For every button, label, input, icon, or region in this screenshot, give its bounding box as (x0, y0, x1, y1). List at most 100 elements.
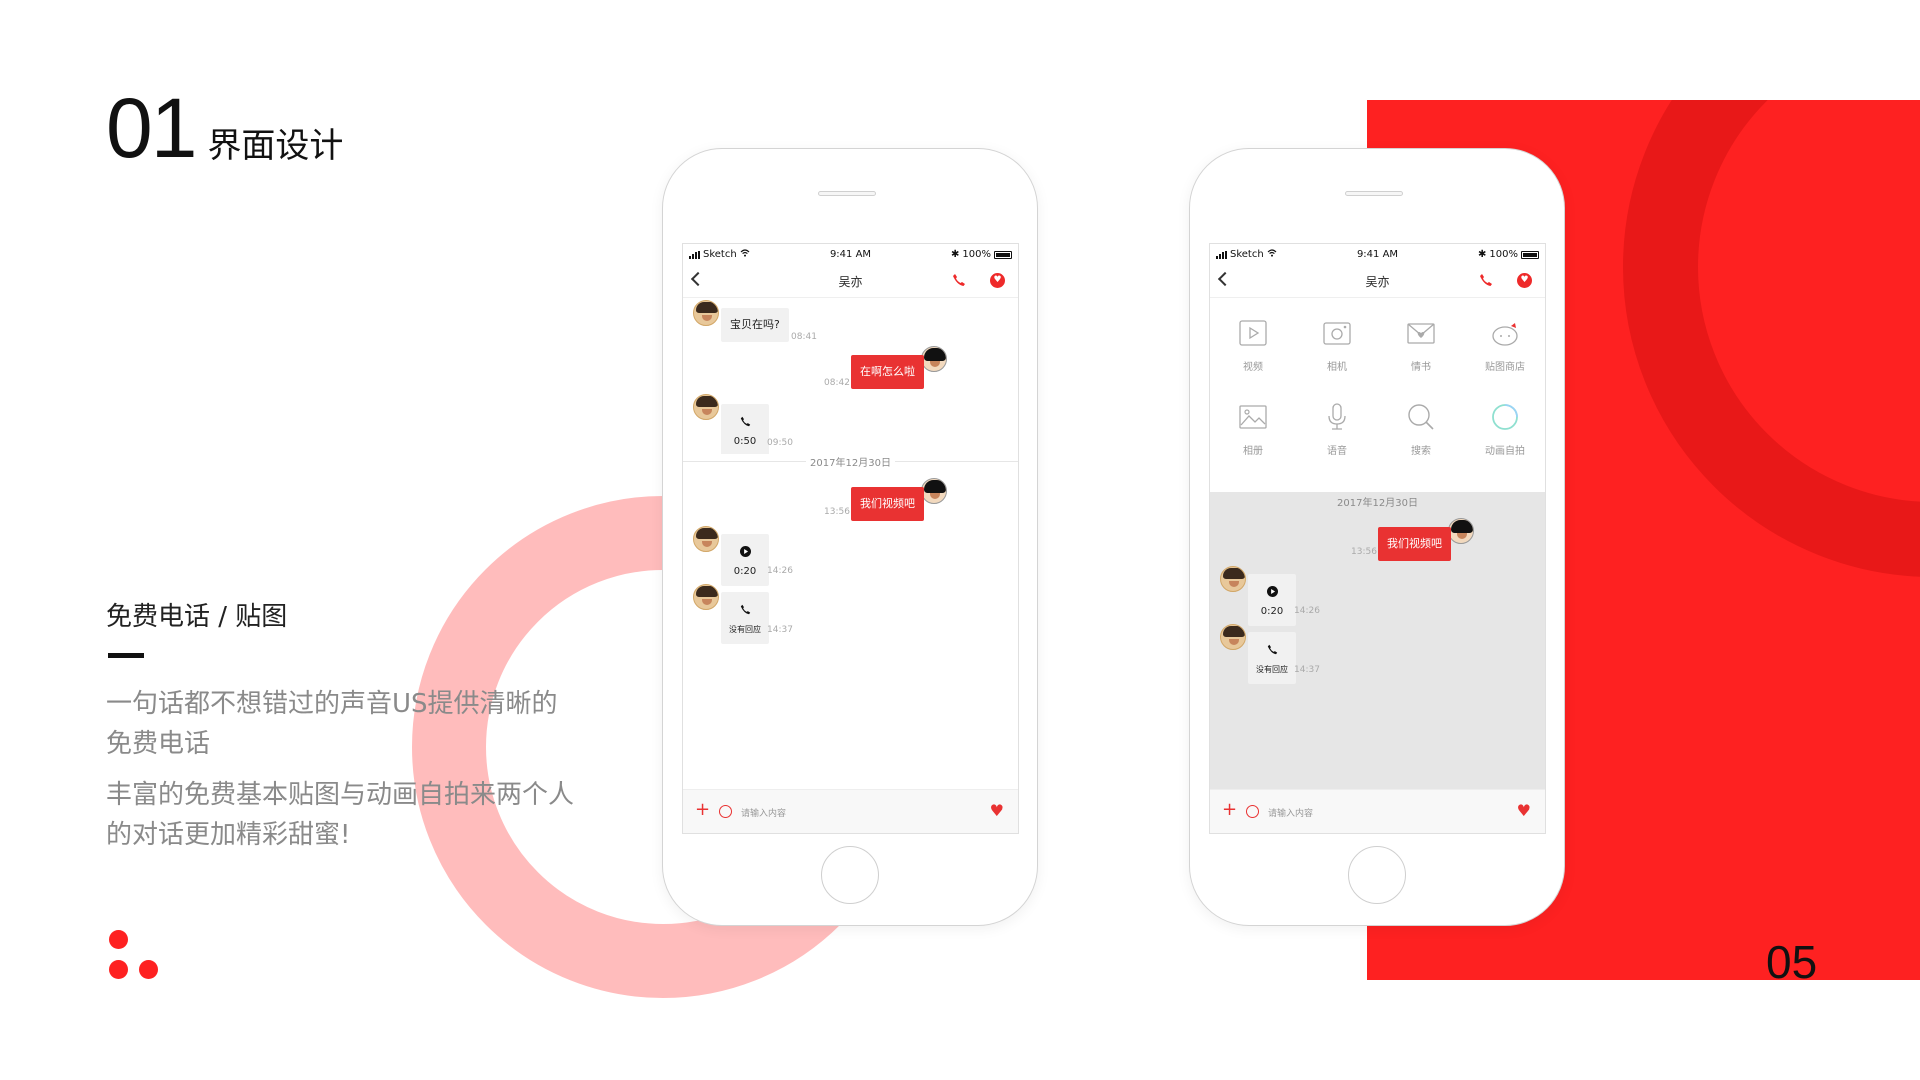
contact-avatar[interactable] (1220, 566, 1246, 592)
contact-avatar[interactable] (693, 584, 719, 610)
section-number: 01 (106, 81, 197, 175)
battery-label: 100% (962, 249, 991, 260)
slide: 01 界面设计 免费电话 / 贴图 一句话都不想错过的声音US提供清晰的免费电话… (0, 0, 1920, 1080)
date-separator: 2017年12月30日 (1210, 494, 1545, 509)
chat-nav-bar: 吴亦 ♥ (683, 264, 1018, 298)
contact-avatar[interactable] (693, 300, 719, 326)
voice-duration: 0:20 (733, 566, 757, 577)
dark-red-ring-decoration (1623, 100, 1920, 577)
home-button (1348, 846, 1406, 904)
contact-avatar[interactable] (693, 394, 719, 420)
emoji-icon[interactable] (1246, 805, 1259, 818)
album-icon (1239, 405, 1267, 429)
page-number: 05 (1766, 936, 1818, 988)
profile-heart-icon[interactable]: ♥ (1517, 273, 1532, 288)
heart-icon[interactable]: ♥ (1517, 801, 1531, 821)
dot (109, 930, 128, 949)
chat-screen: Sketch 9:41 AM ✱ 100% 吴亦 ♥ 宝贝在吗? 08:41 在… (682, 243, 1019, 834)
love-letter-icon (1407, 323, 1435, 344)
animated-selfie-icon (1492, 404, 1518, 430)
camera-icon (1323, 322, 1351, 345)
date-separator: 2017年12月30日 (683, 454, 1018, 469)
panel-item-voice[interactable]: 语音 (1297, 402, 1377, 457)
message-bubble-outgoing[interactable]: 在啊怎么啦 (851, 355, 924, 389)
panel-item-camera[interactable]: 相机 (1297, 318, 1377, 373)
voice-duration: 0:20 (1260, 606, 1284, 617)
dot (109, 960, 128, 979)
message-time: 13:56 (824, 507, 850, 517)
video-icon (1239, 320, 1267, 346)
call-status: 没有回应 (1256, 665, 1288, 674)
my-avatar[interactable] (921, 478, 947, 504)
my-avatar[interactable] (1448, 518, 1474, 544)
message-time: 08:42 (824, 378, 850, 388)
message-bubble-incoming[interactable]: 宝贝在吗? (721, 308, 789, 342)
panel-item-sticker-store[interactable]: 贴图商店 (1465, 318, 1545, 373)
battery-label: 100% (1489, 249, 1518, 260)
phone-call-icon[interactable] (952, 272, 966, 291)
message-time: 14:37 (1294, 665, 1320, 675)
panel-item-love-letter[interactable]: 情书 (1381, 318, 1461, 373)
status-bar: Sketch 9:41 AM ✱ 100% (1210, 244, 1545, 264)
message-time: 13:56 (1351, 547, 1377, 557)
battery-icon (1521, 250, 1539, 259)
subtitle-divider (108, 653, 144, 658)
feature-paragraph-2: 丰富的免费基本贴图与动画自拍来两个人的对话更加精彩甜蜜! (106, 780, 575, 850)
function-panel: 视频 相机 情书 贴图商店 相册 语音 搜索 动画自拍 (1210, 298, 1545, 492)
call-duration: 0:50 (733, 436, 757, 447)
phone-mockup-chat: Sketch 9:41 AM ✱ 100% 吴亦 ♥ 宝贝在吗? 08:41 在… (662, 148, 1038, 926)
contact-name: 吴亦 (838, 275, 863, 289)
message-time: 09:50 (767, 438, 793, 448)
message-time: 14:37 (767, 625, 793, 635)
phone-icon (721, 604, 769, 619)
panel-screen: Sketch 9:41 AM ✱ 100% 吴亦 ♥ 视频 相机 情书 贴图商店… (1209, 243, 1546, 834)
message-time: 08:41 (791, 332, 817, 342)
microphone-icon (1328, 403, 1346, 430)
status-bar: Sketch 9:41 AM ✱ 100% (683, 244, 1018, 264)
panel-item-animated-selfie[interactable]: 动画自拍 (1465, 402, 1545, 457)
message-bubble-outgoing[interactable]: 我们视频吧 (1378, 527, 1451, 561)
profile-heart-icon[interactable]: ♥ (990, 273, 1005, 288)
section-title: 界面设计 (207, 126, 344, 166)
phone-mockup-panel: Sketch 9:41 AM ✱ 100% 吴亦 ♥ 视频 相机 情书 贴图商店… (1189, 148, 1565, 926)
section-heading: 01 界面设计 (106, 86, 343, 170)
voice-message-bubble[interactable]: 0:20 (1248, 574, 1296, 626)
message-input-bar: + 请输入内容 ♥ (1210, 789, 1545, 833)
call-record-bubble[interactable]: 没有回应 (1248, 632, 1296, 684)
message-time: 14:26 (767, 566, 793, 576)
play-icon[interactable] (721, 546, 769, 561)
phone-icon (1248, 644, 1296, 659)
plus-icon[interactable]: + (695, 800, 710, 820)
message-input[interactable]: 请输入内容 (1268, 806, 1313, 819)
my-avatar[interactable] (921, 346, 947, 372)
sticker-store-icon (1492, 323, 1518, 346)
contact-avatar[interactable] (1220, 624, 1246, 650)
play-icon[interactable] (1248, 586, 1296, 601)
bluetooth-icon: ✱ (1478, 249, 1487, 260)
message-time: 14:26 (1294, 606, 1320, 616)
plus-icon[interactable]: + (1222, 800, 1237, 820)
battery-icon (994, 250, 1012, 259)
feature-subtitle: 免费电话 / 贴图 (106, 602, 288, 632)
emoji-icon[interactable] (719, 805, 732, 818)
dot (139, 960, 158, 979)
phone-icon (721, 416, 769, 431)
phone-call-icon[interactable] (1479, 272, 1493, 291)
message-input[interactable]: 请输入内容 (741, 806, 786, 819)
message-input-bar: + 请输入内容 ♥ (683, 789, 1018, 833)
heart-icon[interactable]: ♥ (990, 801, 1004, 821)
message-bubble-outgoing[interactable]: 我们视频吧 (851, 487, 924, 521)
panel-item-search[interactable]: 搜索 (1381, 402, 1461, 457)
phone-speaker (1345, 191, 1403, 196)
call-record-bubble[interactable]: 0:50 (721, 404, 769, 456)
panel-item-album[interactable]: 相册 (1213, 402, 1293, 457)
home-button (821, 846, 879, 904)
search-icon (1408, 404, 1434, 430)
contact-name: 吴亦 (1365, 275, 1390, 289)
feature-paragraph-1: 一句话都不想错过的声音US提供清晰的免费电话 (106, 689, 558, 759)
contact-avatar[interactable] (693, 526, 719, 552)
panel-item-video[interactable]: 视频 (1213, 318, 1293, 373)
call-record-bubble[interactable]: 没有回应 (721, 592, 769, 644)
dimmed-chat-area: 2017年12月30日 我们视频吧 13:56 0:20 14:26 没有回应 … (1210, 492, 1545, 791)
voice-message-bubble[interactable]: 0:20 (721, 534, 769, 586)
